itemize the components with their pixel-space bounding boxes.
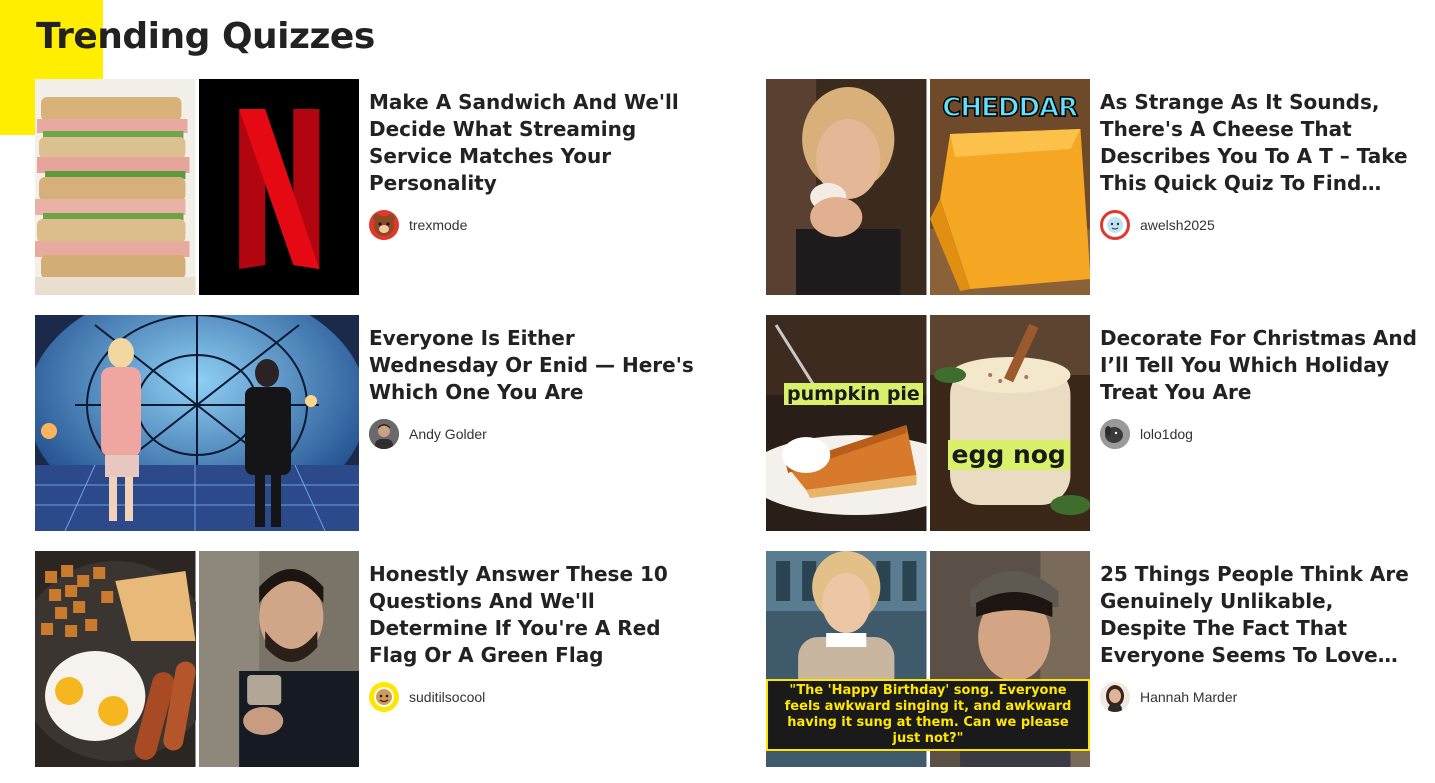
quiz-byline[interactable]: lolo1dog [1100,419,1193,449]
quiz-byline[interactable]: awelsh2025 [1100,210,1215,240]
egg-nog-overlay-label: egg nog [947,440,1070,470]
wednesday-enid-dorm-image [35,315,359,531]
quiz-byline[interactable]: Andy Golder [369,419,487,449]
quiz-thumbnail[interactable]: CHEDDAR [766,79,1090,295]
quiz-title[interactable]: Honestly Answer These 10 Questions And W… [369,561,694,669]
quiz-card[interactable]: Make A Sandwich And We'll Decide What St… [35,79,735,295]
quiz-thumbnail[interactable]: pumpkin pie egg nog [766,315,1090,531]
cheddar-overlay-label: CHEDDAR [942,92,1079,124]
quiz-byline[interactable]: Hannah Marder [1100,682,1237,712]
netflix-logo-image [198,79,359,295]
quiz-byline[interactable]: trexmode [369,210,467,240]
quote-caption: "The 'Happy Birthday' song. Everyone fee… [766,679,1090,751]
quiz-card[interactable]: pumpkin pie egg nog Decorate For Christm… [766,315,1435,531]
yellow-cartoon-avatar-icon [369,682,399,712]
pumpkin-pie-image: pumpkin pie [766,315,927,531]
quiz-thumbnail[interactable]: "The 'Happy Birthday' song. Everyone fee… [766,551,1090,767]
author-name[interactable]: Hannah Marder [1140,689,1237,705]
egg-nog-image: egg nog [929,315,1090,531]
man-with-mug-image [198,551,359,767]
quiz-card[interactable]: "The 'Happy Birthday' song. Everyone fee… [766,551,1435,767]
quiz-thumbnail[interactable] [35,315,359,531]
quiz-title[interactable]: 25 Things People Think Are Genuinely Unl… [1100,561,1425,669]
author-name[interactable]: Andy Golder [409,426,487,442]
quiz-title[interactable]: Decorate For Christmas And I’ll Tell You… [1100,325,1425,406]
pumpkin-pie-overlay-label: pumpkin pie [784,383,923,405]
cartoon-avatar-icon [1100,210,1130,240]
quiz-title[interactable]: Make A Sandwich And We'll Decide What St… [369,89,694,197]
woman-drinking-tea-image [766,79,927,295]
section-title: Trending Quizzes [36,16,375,57]
author-name[interactable]: awelsh2025 [1140,217,1215,233]
author-name[interactable]: lolo1dog [1140,426,1193,442]
quiz-title[interactable]: As Strange As It Sounds, There's A Chees… [1100,89,1425,197]
user-photo-avatar [369,419,399,449]
quiz-thumbnail[interactable] [35,79,359,295]
bear-avatar-icon [369,210,399,240]
quiz-title[interactable]: Everyone Is Either Wednesday Or Enid — H… [369,325,694,406]
quiz-thumbnail[interactable] [35,551,359,767]
quiz-card[interactable]: Everyone Is Either Wednesday Or Enid — H… [35,315,735,531]
author-name[interactable]: suditilsocool [409,689,485,705]
sandwich-stack-image [35,79,196,295]
author-name[interactable]: trexmode [409,217,467,233]
quiz-byline[interactable]: suditilsocool [369,682,485,712]
dog-photo-avatar [1100,419,1130,449]
cheddar-cheese-image: CHEDDAR [929,79,1090,295]
quiz-card[interactable]: CHEDDAR As Strange As It Sounds, There's… [766,79,1435,295]
quiz-card[interactable]: Honestly Answer These 10 Questions And W… [35,551,735,767]
breakfast-plate-image [35,551,196,767]
woman-photo-avatar [1100,682,1130,712]
